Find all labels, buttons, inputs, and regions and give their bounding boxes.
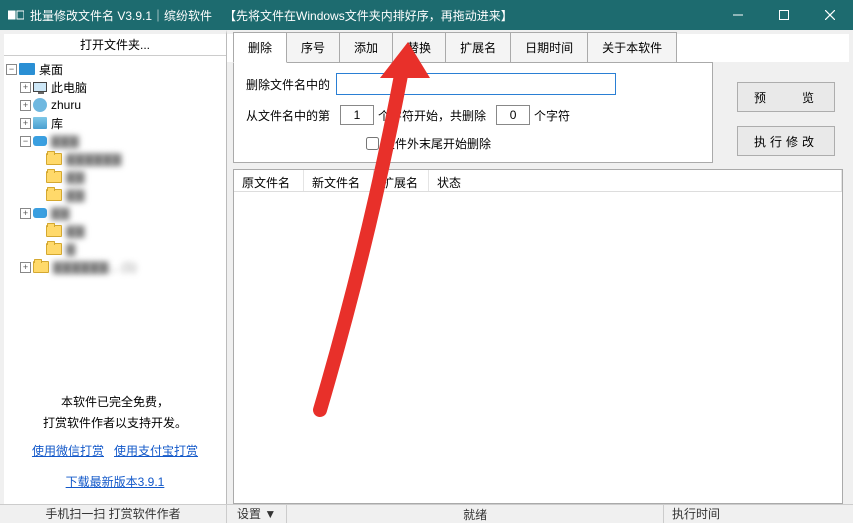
folder-icon [46,153,62,165]
exec-time-label: 执行时间 [663,505,853,523]
tree-item[interactable]: + 此电脑 [6,78,224,96]
right-panel: 预 览 执行修改 删除 序号 添加 替换 扩展名 日期时间 关于本软件 删除文件… [227,30,853,504]
scan-qr-label[interactable]: 手机扫一扫 打赏软件作者 [0,505,227,523]
collapse-icon[interactable]: − [20,136,31,147]
tree-label: ▇▇▇▇▇▇ [66,152,121,166]
expand-icon[interactable]: + [20,100,31,111]
tree-item[interactable]: + ▇▇▇▇▇▇... (1) [6,258,224,276]
chars-suffix-label: 个字符 [534,107,570,124]
from-end-label: 文件外末尾开始删除 [383,135,491,152]
tree-item[interactable]: +库 [6,114,224,132]
folder-icon [46,225,62,237]
tree-item[interactable]: ▇▇ [6,168,224,186]
promo-text: 打赏软件作者以支持开发。 [12,413,218,435]
tree-label: ▇ [66,242,75,256]
cloud-icon [33,208,47,218]
expand-icon[interactable]: + [20,208,31,219]
tab-add[interactable]: 添加 [339,32,393,62]
file-grid[interactable]: 原文件名 新文件名 扩展名 状态 [233,169,843,504]
grid-header: 原文件名 新文件名 扩展名 状态 [234,170,842,192]
delete-from-label: 从文件名中的第 [246,107,330,124]
maximize-button[interactable] [761,0,807,30]
expand-icon[interactable]: + [20,262,31,273]
tab-bar: 删除 序号 添加 替换 扩展名 日期时间 关于本软件 [227,34,849,62]
settings-menu[interactable]: 设置 ▼ [227,505,287,523]
tab-delete[interactable]: 删除 [233,32,287,63]
folder-icon [33,261,49,273]
col-new[interactable]: 新文件名 [304,170,374,191]
col-original[interactable]: 原文件名 [234,170,304,191]
desktop-icon [19,63,35,75]
close-button[interactable] [807,0,853,30]
tab-datetime[interactable]: 日期时间 [510,32,588,62]
start-char-spinner[interactable] [340,105,374,125]
delete-substring-label: 删除文件名中的 [246,76,330,93]
delete-count-spinner[interactable] [496,105,530,125]
preview-button[interactable]: 预 览 [737,82,835,112]
tree-item[interactable]: + ▇▇ [6,204,224,222]
pc-icon [33,82,47,92]
folder-icon [46,189,62,201]
cloud-icon [33,136,47,146]
delete-count-label: 个字符开始，共删除 [378,107,486,124]
expand-icon[interactable]: + [20,82,31,93]
library-icon [33,117,47,129]
tree-item[interactable]: ▇ [6,240,224,258]
expand-icon[interactable]: + [20,118,31,129]
tab-extension[interactable]: 扩展名 [445,32,511,62]
window-title: 批量修改文件名 V3.9.1｜缤纷软件 [30,7,212,24]
folder-tree[interactable]: −桌面 +此电脑 +zhuru +库 −▇▇▇ ▇▇▇▇▇▇ ▇▇ ▇▇ +▇▇… [4,56,226,382]
status-bar: 手机扫一扫 打赏软件作者 设置 ▼ 就绪 执行时间 [0,504,853,523]
tab-content: 删除文件名中的 从文件名中的第 个字符开始，共删除 个字符 文件外末尾开始删除 [233,62,713,163]
tab-sequence[interactable]: 序号 [286,32,340,62]
app-icon [8,9,24,21]
collapse-icon[interactable]: − [6,64,17,75]
folder-icon [46,243,62,255]
folder-icon [46,171,62,183]
titlebar: 批量修改文件名 V3.9.1｜缤纷软件 【先将文件在Windows文件夹内排好序… [0,0,853,30]
col-status[interactable]: 状态 [429,170,842,191]
tree-label: ▇▇ [66,170,84,184]
tree-item[interactable]: ▇▇▇▇▇▇ [6,150,224,168]
tree-item[interactable]: − ▇▇▇ [6,132,224,150]
left-panel: 打开文件夹... −桌面 +此电脑 +zhuru +库 −▇▇▇ ▇▇▇▇▇▇ … [0,30,227,504]
open-folder-header[interactable]: 打开文件夹... [4,34,226,56]
tree-item[interactable]: ▇▇ [6,222,224,240]
promo-text: 本软件已完全免费， [12,392,218,414]
tree-item[interactable]: ▇▇ [6,186,224,204]
tree-label: ▇▇▇▇▇▇... (1) [53,260,136,274]
promo-block: 本软件已完全免费， 打赏软件作者以支持开发。 使用微信打赏 使用支付宝打赏 下载… [4,382,226,504]
tree-label: 此电脑 [51,79,87,96]
status-ready: 就绪 [287,506,663,523]
tree-label: 桌面 [39,61,63,78]
tab-about[interactable]: 关于本软件 [587,32,677,62]
download-latest-link[interactable]: 下载最新版本3.9.1 [66,475,165,489]
delete-substring-input[interactable] [336,73,616,95]
tree-root[interactable]: − 桌面 [6,60,224,78]
tree-label: zhuru [51,98,81,112]
minimize-button[interactable] [715,0,761,30]
donate-wechat-link[interactable]: 使用微信打赏 [32,444,104,458]
donate-alipay-link[interactable]: 使用支付宝打赏 [114,444,198,458]
execute-button[interactable]: 执行修改 [737,126,835,156]
tab-replace[interactable]: 替换 [392,32,446,62]
tree-label: ▇▇ [66,188,84,202]
from-end-checkbox[interactable] [366,137,379,150]
tree-label: 库 [51,115,63,132]
window-hint: 【先将文件在Windows文件夹内排好序，再拖动进来】 [224,7,513,24]
tree-item[interactable]: + zhuru [6,96,224,114]
tree-label: ▇▇ [51,206,69,220]
tree-label: ▇▇ [66,224,84,238]
col-ext[interactable]: 扩展名 [374,170,429,191]
user-icon [33,98,47,112]
tree-label: ▇▇▇ [51,134,79,148]
